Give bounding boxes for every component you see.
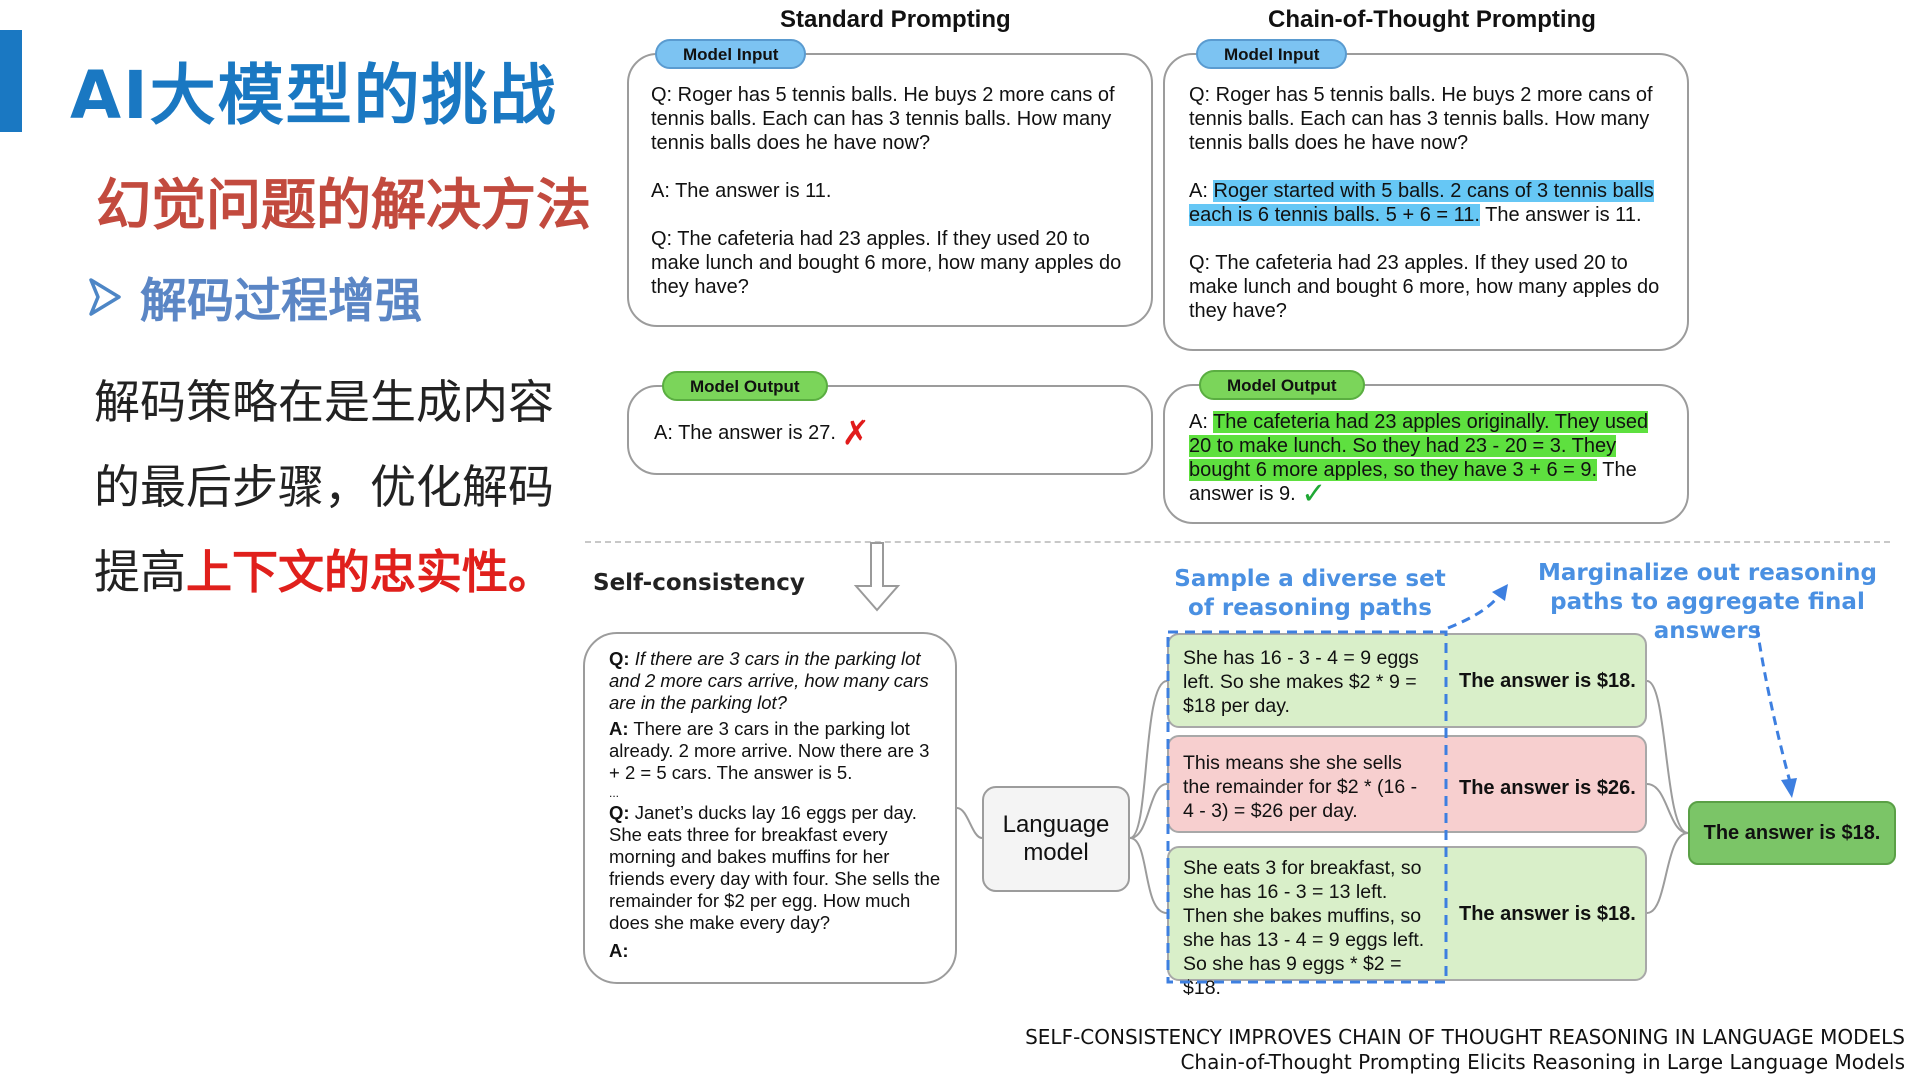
standard-input-a1: A: The answer is 11.: [651, 180, 832, 202]
body-line: 解码策略在是生成内容: [94, 375, 554, 429]
page-title: AI大模型的挑战: [70, 57, 558, 134]
cot-input-panel: Q: Roger has 5 tennis balls. He buys 2 m…: [1163, 53, 1689, 351]
accent-bar: [0, 30, 22, 132]
sc-prompt-q1: Q: If there are 3 cars in the parking lo…: [609, 648, 945, 714]
standard-output-text: A: The answer is 27. ✗: [654, 417, 1134, 451]
connector-line: [1646, 680, 1689, 834]
standard-model-input-pill: Model Input: [655, 39, 807, 69]
footer-citation: SELF-CONSISTENCY IMPROVES CHAIN OF THOUG…: [1025, 1025, 1905, 1049]
cot-prompting-title: Chain-of-Thought Prompting: [1268, 6, 1596, 33]
connector-line: [1129, 680, 1168, 839]
cot-input-a1: A: Roger started with 5 balls. 2 cans of…: [1189, 179, 1669, 227]
final-answer-box: The answer is $18.: [1688, 801, 1896, 865]
cot-input-text: Q: Roger has 5 tennis balls. He buys 2 m…: [1189, 83, 1669, 323]
arrowhead-icon: [1781, 778, 1797, 798]
connector-line: [956, 807, 983, 839]
standard-input-panel: Q: Roger has 5 tennis balls. He buys 2 m…: [627, 53, 1153, 327]
standard-input-q2: Q: The cafeteria had 23 apples. If they …: [651, 228, 1122, 298]
self-consistency-label: Self-consistency: [593, 570, 805, 596]
path-answer: The answer is $18.: [1459, 670, 1636, 692]
cot-output-highlight: The cafeteria had 23 apples originally. …: [1189, 411, 1649, 481]
sc-prompt-a1: A: There are 3 cars in the parking lot a…: [609, 718, 945, 784]
bullet-heading: 解码过程增强: [88, 262, 422, 331]
footer-citation: Chain-of-Thought Prompting Elicits Reaso…: [1180, 1050, 1905, 1074]
reasoning-path-text: She eats 3 for breakfast, so she has 16 …: [1183, 857, 1425, 999]
dashed-arrow: [1755, 627, 1792, 783]
body-line: 的最后步骤，优化解码: [94, 460, 554, 514]
footer-citations: SELF-CONSISTENCY IMPROVES CHAIN OF THOUG…: [1025, 1025, 1905, 1075]
page-subtitle: 幻觉问题的解决方法: [96, 173, 592, 237]
sc-prompt-text: Q: If there are 3 cars in the parking lo…: [609, 648, 945, 966]
standard-input-q1: Q: Roger has 5 tennis balls. He buys 2 m…: [651, 84, 1115, 154]
sample-paths-label: Sample a diverse set of reasoning paths: [1174, 566, 1446, 621]
standard-input-text: Q: Roger has 5 tennis balls. He buys 2 m…: [651, 83, 1131, 299]
language-model-box: Language model: [982, 786, 1130, 892]
cross-mark-icon: ✗: [841, 414, 871, 453]
standard-prompting-title: Standard Prompting: [780, 6, 1011, 33]
standard-output-answer: A: The answer is 27.: [654, 422, 836, 444]
body-line: 提高上下文的忠实性。: [94, 530, 614, 615]
cot-output-text: A: The cafeteria had 23 apples originall…: [1189, 410, 1669, 509]
arrowhead-icon: [89, 277, 121, 316]
a-label: A:: [609, 718, 629, 739]
cot-input-a1-prefix: A:: [1189, 180, 1214, 202]
sc-prompt-a2: A:: [609, 940, 945, 962]
reasoning-path-text: She has 16 - 3 - 4 = 9 eggs left. So she…: [1183, 647, 1419, 717]
bullet-text: 解码过程增强: [140, 274, 422, 329]
down-arrow-icon: [853, 542, 901, 612]
cot-input-q2: Q: The cafeteria had 23 apples. If they …: [1189, 252, 1660, 322]
a-label: A:: [609, 940, 629, 961]
cot-output-prefix: A:: [1189, 411, 1214, 433]
standard-model-output-pill: Model Output: [662, 371, 828, 401]
path-answer: The answer is $18.: [1459, 903, 1636, 925]
reasoning-path-box: This means she she sells the remainder f…: [1167, 735, 1647, 833]
cot-model-input-pill: Model Input: [1196, 39, 1348, 69]
sc-a1-text: There are 3 cars in the parking lot alre…: [609, 718, 930, 783]
body-line-prefix: 提高: [94, 545, 186, 599]
connector-line: [1646, 832, 1689, 914]
section-divider: [585, 541, 1890, 543]
body-paragraph: 解码策略在是生成内容 的最后步骤，优化解码 提高上下文的忠实性。: [94, 360, 614, 615]
cot-input-q1: Q: Roger has 5 tennis balls. He buys 2 m…: [1189, 84, 1653, 154]
connector-line: [1129, 837, 1168, 914]
arrowhead-icon: [1492, 584, 1508, 601]
body-emphasis: 上下文的忠实性。: [186, 545, 554, 599]
cot-output-panel: A: The cafeteria had 23 apples originall…: [1163, 384, 1689, 524]
path-answer: The answer is $26.: [1459, 777, 1636, 799]
connector-line: [1129, 783, 1168, 839]
q-label: Q:: [609, 802, 630, 823]
sc-q1-text: If there are 3 cars in the parking lot a…: [609, 648, 929, 713]
cot-model-output-pill: Model Output: [1199, 370, 1365, 400]
reasoning-path-box: She has 16 - 3 - 4 = 9 eggs left. So she…: [1167, 633, 1647, 728]
reasoning-path-box: She eats 3 for breakfast, so she has 16 …: [1167, 846, 1647, 999]
q-label: Q:: [609, 648, 630, 669]
reasoning-path-text: This means she she sells the remainder f…: [1183, 752, 1418, 822]
sc-prompt-q2: Q: Janet’s ducks lay 16 eggs per day. Sh…: [609, 802, 945, 934]
sc-ellipsis: ...: [609, 786, 620, 800]
check-mark-icon: ✓: [1301, 477, 1327, 511]
cot-input-a1-suffix: The answer is 11.: [1479, 204, 1642, 226]
connector-line: [1646, 783, 1689, 834]
sc-prompt-panel: Q: If there are 3 cars in the parking lo…: [583, 632, 957, 984]
sc-q2-text: Janet’s ducks lay 16 eggs per day. She e…: [609, 802, 941, 933]
